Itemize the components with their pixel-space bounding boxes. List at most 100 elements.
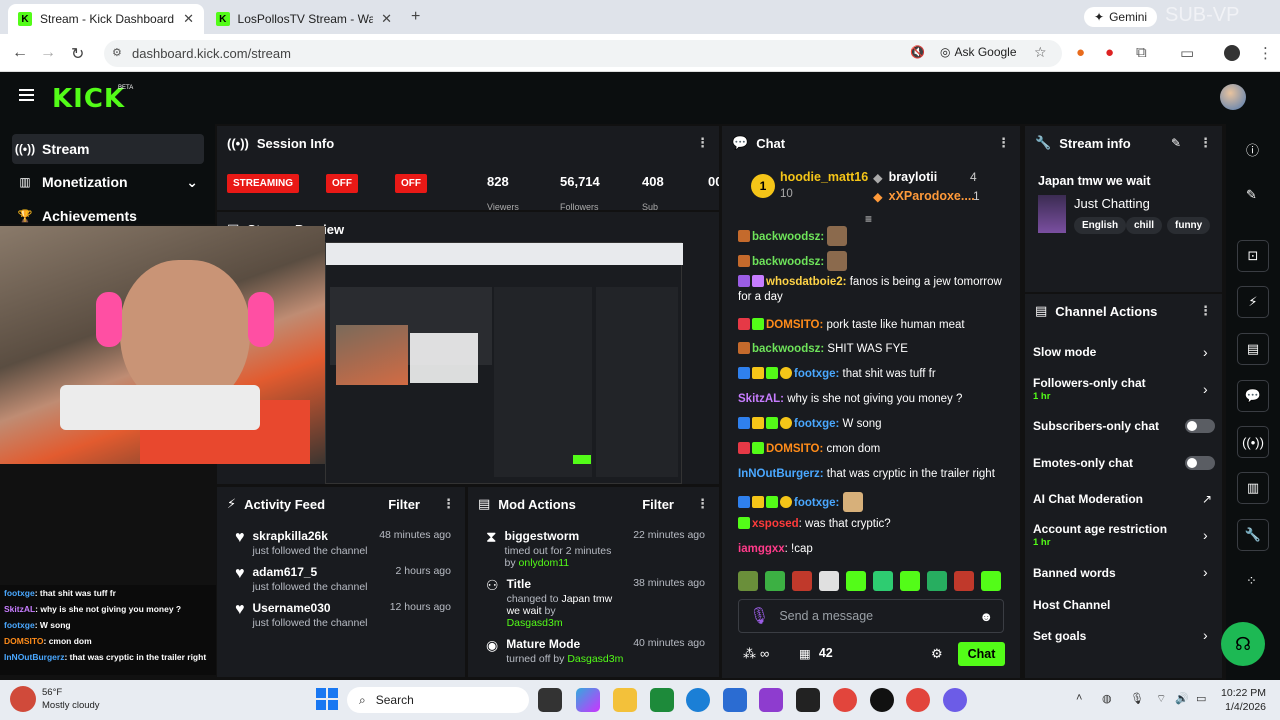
extension-badge-icon[interactable]: ● — [1105, 44, 1114, 61]
host-channel-row[interactable]: Host Channel — [1033, 598, 1213, 612]
wrench-icon[interactable]: 🔧 — [1237, 519, 1269, 551]
chat-settings-icon[interactable]: ⚙ — [931, 646, 943, 662]
store-icon[interactable] — [723, 688, 747, 712]
chrome-icon[interactable] — [906, 688, 930, 712]
chevron-right-icon[interactable]: › — [1203, 527, 1208, 543]
more-options-icon[interactable]: ⋮ — [696, 135, 709, 151]
file-explorer-icon[interactable] — [613, 688, 637, 712]
emote-icon[interactable] — [819, 571, 839, 591]
chevron-right-icon[interactable]: › — [1203, 381, 1208, 397]
category-name[interactable]: Just Chatting — [1074, 196, 1150, 211]
more-options-icon[interactable]: ⋮ — [1199, 303, 1212, 319]
chevron-up-icon[interactable]: ˄ — [1076, 692, 1082, 704]
external-link-icon[interactable]: ↗ — [1202, 492, 1212, 506]
send-chat-button[interactable]: Chat — [958, 642, 1005, 666]
tray-icon[interactable]: ◍ — [1102, 692, 1112, 705]
notes-icon[interactable]: ▤ — [1237, 333, 1269, 365]
ai-chat-moderation-row[interactable]: AI Chat Moderation — [1033, 492, 1213, 506]
chevron-right-icon[interactable]: › — [1203, 564, 1208, 580]
sidebar-item-stream[interactable]: ((•)) Stream — [12, 134, 204, 164]
emotes-only-toggle[interactable] — [1185, 456, 1215, 470]
top-gifter-name[interactable]: hoodie_matt16 — [780, 170, 868, 184]
gifter-entry[interactable]: ◆ xXParodoxe.... — [873, 189, 975, 204]
emoji-picker-icon[interactable]: ☻ — [979, 609, 993, 624]
mute-icon[interactable]: 🔇 — [910, 45, 925, 59]
gifter-entry[interactable]: ◆ braylotii — [873, 170, 937, 185]
emote-icon[interactable] — [792, 571, 812, 591]
app-icon[interactable] — [796, 688, 820, 712]
account-age-row[interactable]: Account age restriction 1 hr — [1033, 522, 1213, 548]
app-icon[interactable] — [759, 688, 783, 712]
banned-words-row[interactable]: Banned words — [1033, 566, 1213, 580]
stream-preview-video[interactable] — [325, 242, 683, 484]
new-tab-button[interactable]: + — [411, 8, 420, 26]
site-info-icon[interactable]: ⚙ — [112, 46, 122, 59]
tab-kick-dashboard[interactable]: K Stream - Kick Dashboard ✕ — [8, 4, 204, 34]
screenshot-icon[interactable]: ⊡ — [1237, 240, 1269, 272]
user-avatar[interactable] — [1220, 84, 1246, 110]
close-tab-icon[interactable]: ✕ — [381, 11, 392, 27]
emote-icon[interactable] — [927, 571, 947, 591]
more-options-icon[interactable]: ⋮ — [696, 496, 709, 512]
battery-icon[interactable]: ▭ — [1196, 692, 1206, 705]
cast-icon[interactable]: ▭ — [1180, 44, 1194, 62]
obs-icon[interactable] — [870, 688, 894, 712]
edit-pencil-icon[interactable]: ✎ — [1171, 136, 1181, 150]
slow-mode-row[interactable]: Slow mode — [1033, 345, 1213, 359]
support-headset-button[interactable]: ☊ — [1221, 622, 1265, 666]
taskbar-search[interactable]: ⌕ Search — [347, 687, 529, 713]
kick-logo[interactable]: KICK — [52, 84, 125, 114]
chrome-icon[interactable] — [833, 688, 857, 712]
microphone-icon[interactable]: 🎙 — [1130, 692, 1144, 705]
edge-icon[interactable] — [686, 688, 710, 712]
share-icon[interactable]: ⁘ — [1246, 573, 1257, 589]
xbox-icon[interactable] — [650, 688, 674, 712]
emote-icon[interactable] — [981, 571, 1001, 591]
extension-icon[interactable]: ● — [1076, 44, 1085, 61]
microphone-icon[interactable]: 🎙 — [749, 606, 769, 626]
followers-only-row[interactable]: Followers-only chat 1 hr — [1033, 376, 1213, 402]
layout-icon[interactable]: ▥ — [1237, 472, 1269, 504]
tab-lospollos-stream[interactable]: K LosPollosTV Stream - Watch Li... ✕ — [206, 4, 402, 34]
volume-icon[interactable]: 🔊 — [1175, 692, 1189, 705]
activity-filter-button[interactable]: Filter — [388, 497, 420, 512]
more-options-icon[interactable]: ⋮ — [1199, 135, 1212, 151]
ask-google-button[interactable]: ◎ Ask Google — [940, 45, 1017, 59]
gemini-button[interactable]: ✦ Gemini — [1084, 7, 1158, 27]
back-arrow-icon[interactable]: ← — [12, 44, 28, 62]
more-options-icon[interactable]: ⋮ — [997, 135, 1010, 151]
reload-icon[interactable]: ↻ — [71, 44, 84, 64]
info-icon[interactable]: ⓘ — [1246, 140, 1259, 159]
clock-date[interactable]: 1/4/2026 — [1220, 701, 1266, 713]
emote-icon[interactable] — [873, 571, 893, 591]
puzzle-icon[interactable]: ⧉ — [1136, 44, 1147, 61]
broadcast-icon[interactable]: ((•)) — [1237, 426, 1269, 458]
browser-menu-icon[interactable]: ⋮ — [1258, 44, 1273, 62]
sidebar-item-monetization[interactable]: ▥ Monetization ⌄ — [12, 167, 204, 197]
filter-icon[interactable]: ≡ — [865, 212, 872, 226]
forward-arrow-icon[interactable]: → — [40, 44, 56, 62]
chevron-right-icon[interactable]: › — [1203, 627, 1208, 643]
emote-icon[interactable] — [765, 571, 785, 591]
wifi-icon[interactable]: ⌔ — [1156, 692, 1166, 706]
more-options-icon[interactable]: ⋮ — [442, 496, 455, 512]
subscribers-only-toggle[interactable] — [1185, 419, 1215, 433]
profile-icon[interactable] — [1224, 45, 1240, 61]
windows-start-icon[interactable] — [316, 688, 338, 710]
mod-filter-button[interactable]: Filter — [642, 497, 674, 512]
discord-icon[interactable] — [943, 688, 967, 712]
emote-icon[interactable] — [738, 571, 758, 591]
copilot-icon[interactable] — [576, 688, 600, 712]
close-tab-icon[interactable]: ✕ — [183, 11, 194, 27]
bookmark-star-icon[interactable]: ☆ — [1034, 44, 1047, 61]
chat-message-input[interactable]: 🎙 Send a message ☻ — [738, 599, 1004, 633]
task-view-icon[interactable] — [538, 688, 562, 712]
clock-time[interactable]: 10:22 PM — [1220, 687, 1266, 699]
quick-emote-button[interactable]: ⁂ ∞ — [743, 646, 769, 662]
set-goals-row[interactable]: Set goals — [1033, 629, 1213, 643]
weather-icon[interactable] — [10, 686, 36, 712]
chat-bubble-icon[interactable]: 💬 — [1237, 380, 1269, 412]
hamburger-menu-icon[interactable] — [19, 89, 34, 101]
lightning-icon[interactable]: ⚡ — [1237, 286, 1269, 318]
edit-pencil-icon[interactable]: ✎ — [1246, 187, 1257, 203]
